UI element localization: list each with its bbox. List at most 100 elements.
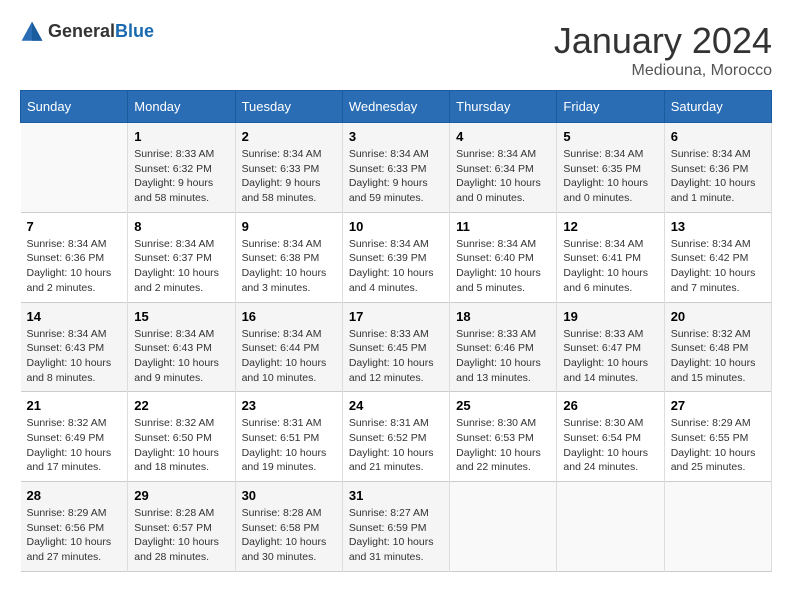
day-number: 7 [27, 219, 122, 234]
calendar-cell: 12 Sunrise: 8:34 AM Sunset: 6:41 PM Dayli… [557, 212, 664, 302]
day-info: Sunrise: 8:34 AM Sunset: 6:33 PM Dayligh… [349, 147, 443, 206]
day-info: Sunrise: 8:33 AM Sunset: 6:46 PM Dayligh… [456, 327, 550, 386]
calendar-table: SundayMondayTuesdayWednesdayThursdayFrid… [20, 90, 772, 572]
calendar-cell: 2 Sunrise: 8:34 AM Sunset: 6:33 PM Daylig… [235, 123, 342, 213]
day-number: 24 [349, 398, 443, 413]
weekday-header: Tuesday [235, 91, 342, 123]
day-info: Sunrise: 8:34 AM Sunset: 6:36 PM Dayligh… [27, 237, 122, 296]
page-header: GeneralBlue January 2024 Mediouna, Moroc… [20, 20, 772, 80]
day-number: 26 [563, 398, 657, 413]
calendar-cell: 9Sunrise: 8:34 AM Sunset: 6:38 PM Daylig… [235, 212, 342, 302]
day-number: 10 [349, 219, 443, 234]
day-info: Sunrise: 8:34 AM Sunset: 6:35 PM Dayligh… [563, 147, 657, 206]
calendar-cell [450, 482, 557, 572]
calendar-cell: 19Sunrise: 8:33 AM Sunset: 6:47 PM Dayli… [557, 302, 664, 392]
day-number: 20 [671, 309, 765, 324]
day-info: Sunrise: 8:27 AM Sunset: 6:59 PM Dayligh… [349, 506, 443, 565]
day-number: 12 [563, 219, 657, 234]
calendar-cell: 29Sunrise: 8:28 AM Sunset: 6:57 PM Dayli… [128, 482, 235, 572]
logo: GeneralBlue [20, 20, 154, 44]
calendar-cell: 1 Sunrise: 8:33 AM Sunset: 6:32 PM Daylig… [128, 123, 235, 213]
day-number: 29 [134, 488, 228, 503]
day-number: 19 [563, 309, 657, 324]
weekday-header: Sunday [21, 91, 128, 123]
day-info: Sunrise: 8:34 AM Sunset: 6:33 PM Dayligh… [242, 147, 336, 206]
day-number: 27 [671, 398, 765, 413]
calendar-cell: 18 Sunrise: 8:33 AM Sunset: 6:46 PM Dayli… [450, 302, 557, 392]
calendar-cell: 3Sunrise: 8:34 AM Sunset: 6:33 PM Daylig… [342, 123, 449, 213]
calendar-week-row: 14 Sunrise: 8:34 AM Sunset: 6:43 PM Dayli… [21, 302, 772, 392]
day-info: Sunrise: 8:34 AM Sunset: 6:37 PM Dayligh… [134, 237, 228, 296]
day-info: Sunrise: 8:34 AM Sunset: 6:43 PM Dayligh… [27, 327, 122, 386]
day-info: Sunrise: 8:33 AM Sunset: 6:32 PM Dayligh… [134, 147, 228, 206]
calendar-week-row: 7 Sunrise: 8:34 AM Sunset: 6:36 PM Daylig… [21, 212, 772, 302]
weekday-header: Monday [128, 91, 235, 123]
calendar-cell: 25 Sunrise: 8:30 AM Sunset: 6:53 PM Dayli… [450, 392, 557, 482]
calendar-cell: 6 Sunrise: 8:34 AM Sunset: 6:36 PM Daylig… [664, 123, 771, 213]
weekday-header: Saturday [664, 91, 771, 123]
calendar-cell: 23 Sunrise: 8:31 AM Sunset: 6:51 PM Dayli… [235, 392, 342, 482]
calendar-cell [21, 123, 128, 213]
day-info: Sunrise: 8:34 AM Sunset: 6:41 PM Dayligh… [563, 237, 657, 296]
weekday-header: Wednesday [342, 91, 449, 123]
day-info: Sunrise: 8:29 AM Sunset: 6:55 PM Dayligh… [671, 416, 765, 475]
title-section: January 2024 Mediouna, Morocco [554, 20, 772, 80]
day-number: 5 [563, 129, 657, 144]
calendar-cell: 7 Sunrise: 8:34 AM Sunset: 6:36 PM Daylig… [21, 212, 128, 302]
day-number: 21 [27, 398, 122, 413]
day-number: 9 [242, 219, 336, 234]
calendar-cell: 16Sunrise: 8:34 AM Sunset: 6:44 PM Dayli… [235, 302, 342, 392]
logo-text-blue: Blue [115, 21, 154, 41]
calendar-cell: 28 Sunrise: 8:29 AM Sunset: 6:56 PM Dayli… [21, 482, 128, 572]
logo-icon [20, 20, 44, 44]
calendar-week-row: 21 Sunrise: 8:32 AM Sunset: 6:49 PM Dayli… [21, 392, 772, 482]
day-info: Sunrise: 8:28 AM Sunset: 6:58 PM Dayligh… [242, 506, 336, 565]
day-info: Sunrise: 8:33 AM Sunset: 6:45 PM Dayligh… [349, 327, 443, 386]
calendar-cell: 4Sunrise: 8:34 AM Sunset: 6:34 PM Daylig… [450, 123, 557, 213]
calendar-week-row: 28 Sunrise: 8:29 AM Sunset: 6:56 PM Dayli… [21, 482, 772, 572]
day-info: Sunrise: 8:30 AM Sunset: 6:53 PM Dayligh… [456, 416, 550, 475]
day-info: Sunrise: 8:30 AM Sunset: 6:54 PM Dayligh… [563, 416, 657, 475]
calendar-week-row: 1 Sunrise: 8:33 AM Sunset: 6:32 PM Daylig… [21, 123, 772, 213]
calendar-cell: 30 Sunrise: 8:28 AM Sunset: 6:58 PM Dayli… [235, 482, 342, 572]
day-info: Sunrise: 8:34 AM Sunset: 6:36 PM Dayligh… [671, 147, 765, 206]
day-number: 25 [456, 398, 550, 413]
day-number: 2 [242, 129, 336, 144]
calendar-cell: 5 Sunrise: 8:34 AM Sunset: 6:35 PM Daylig… [557, 123, 664, 213]
day-number: 15 [134, 309, 228, 324]
logo-text-general: General [48, 21, 115, 41]
day-info: Sunrise: 8:31 AM Sunset: 6:51 PM Dayligh… [242, 416, 336, 475]
day-number: 30 [242, 488, 336, 503]
day-number: 23 [242, 398, 336, 413]
calendar-cell: 26 Sunrise: 8:30 AM Sunset: 6:54 PM Dayli… [557, 392, 664, 482]
day-info: Sunrise: 8:32 AM Sunset: 6:48 PM Dayligh… [671, 327, 765, 386]
month-title: January 2024 [554, 20, 772, 62]
calendar-cell: 11 Sunrise: 8:34 AM Sunset: 6:40 PM Dayli… [450, 212, 557, 302]
day-number: 1 [134, 129, 228, 144]
calendar-cell: 13 Sunrise: 8:34 AM Sunset: 6:42 PM Dayli… [664, 212, 771, 302]
day-info: Sunrise: 8:32 AM Sunset: 6:50 PM Dayligh… [134, 416, 228, 475]
calendar-cell: 20 Sunrise: 8:32 AM Sunset: 6:48 PM Dayli… [664, 302, 771, 392]
day-number: 31 [349, 488, 443, 503]
day-number: 13 [671, 219, 765, 234]
day-info: Sunrise: 8:29 AM Sunset: 6:56 PM Dayligh… [27, 506, 122, 565]
day-info: Sunrise: 8:31 AM Sunset: 6:52 PM Dayligh… [349, 416, 443, 475]
day-info: Sunrise: 8:34 AM Sunset: 6:34 PM Dayligh… [456, 147, 550, 206]
calendar-cell: 15Sunrise: 8:34 AM Sunset: 6:43 PM Dayli… [128, 302, 235, 392]
day-number: 18 [456, 309, 550, 324]
day-number: 14 [27, 309, 122, 324]
weekday-header-row: SundayMondayTuesdayWednesdayThursdayFrid… [21, 91, 772, 123]
calendar-cell: 14 Sunrise: 8:34 AM Sunset: 6:43 PM Dayli… [21, 302, 128, 392]
day-number: 16 [242, 309, 336, 324]
day-number: 28 [27, 488, 122, 503]
day-number: 22 [134, 398, 228, 413]
calendar-cell [557, 482, 664, 572]
day-info: Sunrise: 8:34 AM Sunset: 6:42 PM Dayligh… [671, 237, 765, 296]
day-info: Sunrise: 8:34 AM Sunset: 6:40 PM Dayligh… [456, 237, 550, 296]
day-number: 6 [671, 129, 765, 144]
day-number: 8 [134, 219, 228, 234]
day-info: Sunrise: 8:32 AM Sunset: 6:49 PM Dayligh… [27, 416, 122, 475]
calendar-cell: 17Sunrise: 8:33 AM Sunset: 6:45 PM Dayli… [342, 302, 449, 392]
day-number: 11 [456, 219, 550, 234]
calendar-cell: 8 Sunrise: 8:34 AM Sunset: 6:37 PM Daylig… [128, 212, 235, 302]
